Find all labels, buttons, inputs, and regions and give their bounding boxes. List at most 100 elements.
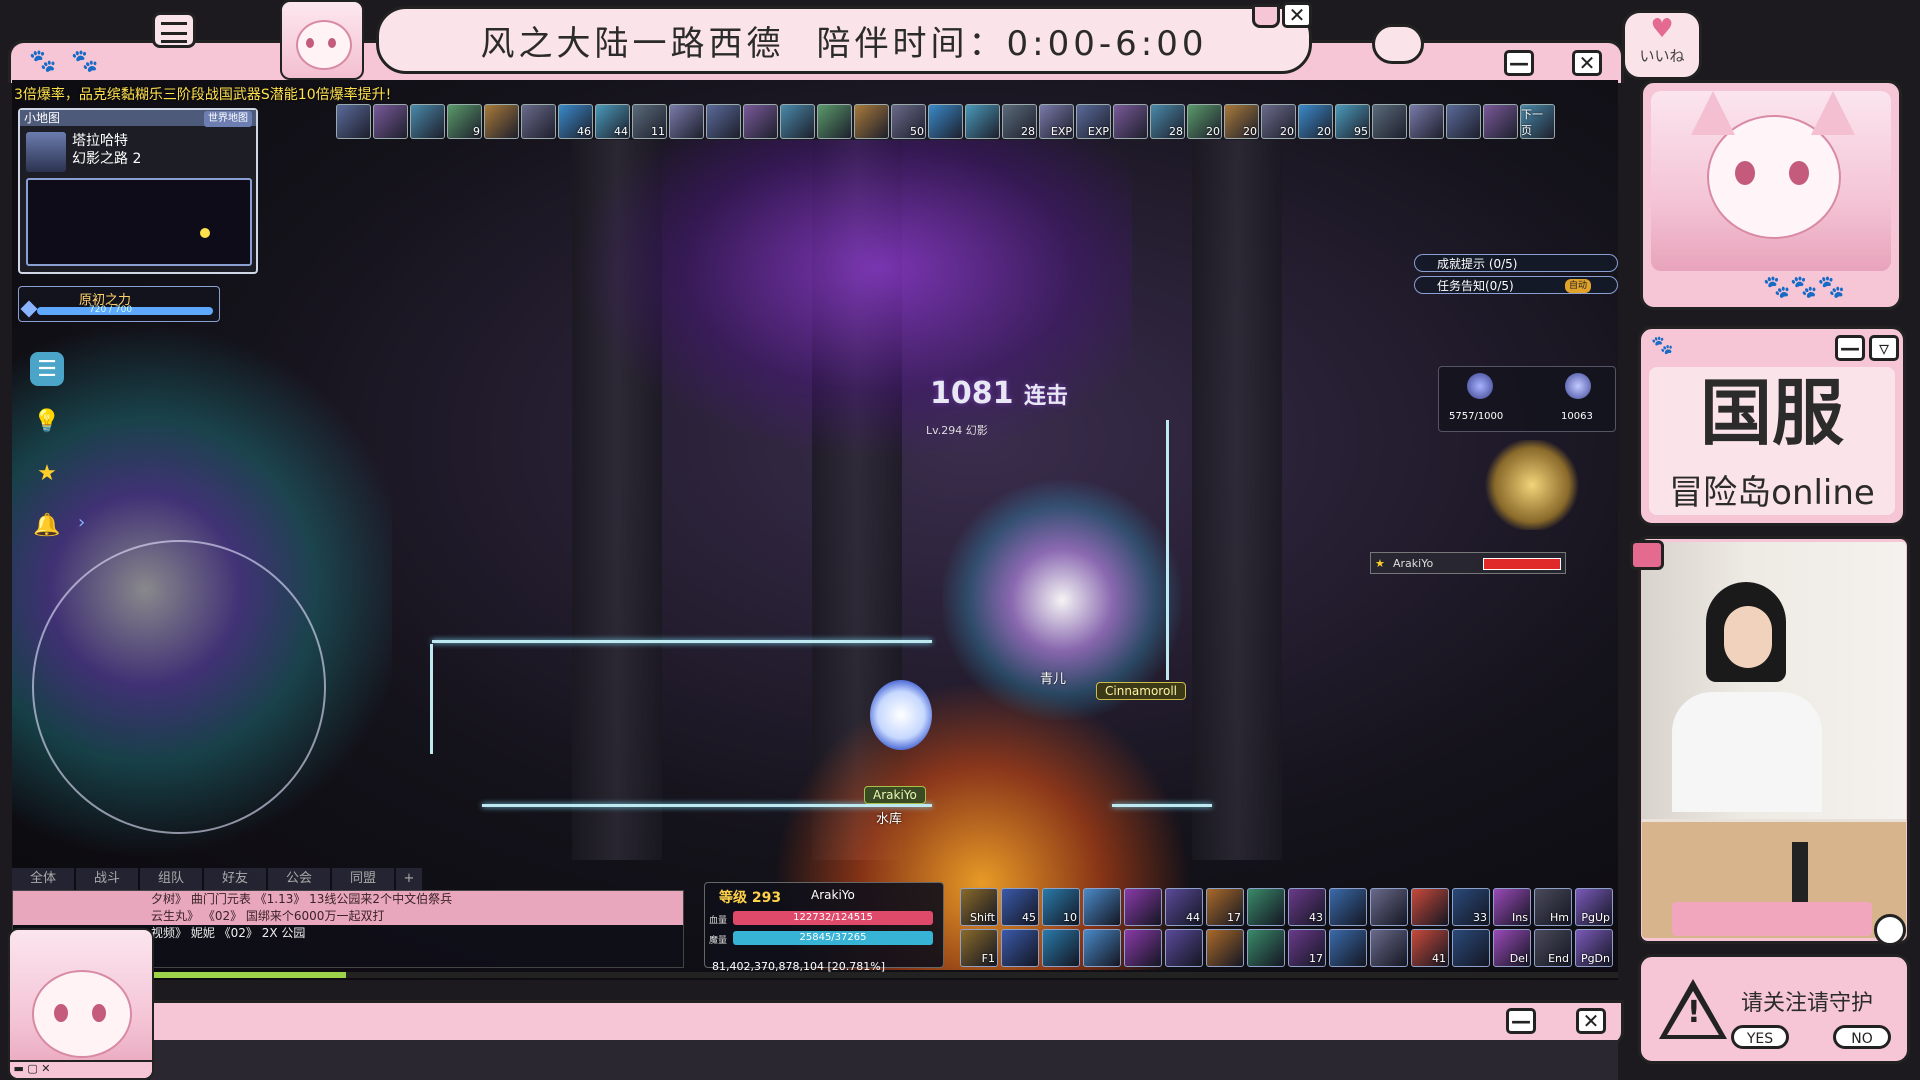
chat-tab[interactable]: 公会 (268, 868, 330, 890)
skill-slot[interactable]: 45 (1001, 888, 1039, 926)
minimap-view[interactable] (26, 178, 252, 266)
buff-icon[interactable]: 20 (1187, 104, 1222, 139)
buff-icon[interactable] (743, 104, 778, 139)
chat-tab[interactable]: 全体 (12, 868, 74, 890)
buff-icon[interactable] (854, 104, 889, 139)
buff-icon[interactable]: EXP (1076, 104, 1111, 139)
skill-slot[interactable] (1370, 888, 1408, 926)
chat-tab[interactable]: + (396, 868, 422, 890)
buff-icon[interactable]: 28 (1002, 104, 1037, 139)
buff-icon[interactable] (1483, 104, 1518, 139)
no-button[interactable]: NO (1833, 1025, 1891, 1049)
buff-icon[interactable]: 46 (558, 104, 593, 139)
skill-slot[interactable] (1329, 888, 1367, 926)
skill-slot[interactable]: 44 (1165, 888, 1203, 926)
buff-icon[interactable] (373, 104, 408, 139)
buff-icon[interactable]: 下一页 (1520, 104, 1555, 139)
brand-cup-button[interactable]: ▿ (1869, 335, 1899, 361)
skill-slot[interactable] (1411, 888, 1449, 926)
banner-close-button[interactable]: ✕ (1282, 2, 1312, 28)
brand-minimize-button[interactable]: — (1835, 335, 1865, 361)
buff-icon[interactable] (1372, 104, 1407, 139)
skill-slot[interactable]: Hm (1534, 888, 1572, 926)
achievement-notice[interactable]: 成就提示 (0/5) (1414, 254, 1618, 272)
mascot-avatar-bottom: ▬ ▢ ✕ (8, 928, 154, 1080)
buff-icon[interactable] (484, 104, 519, 139)
skill-slot[interactable]: PgDn (1575, 929, 1613, 967)
skill-slot[interactable]: 10 (1042, 888, 1080, 926)
skill-slot[interactable] (1452, 929, 1490, 967)
buff-icon[interactable] (965, 104, 1000, 139)
buff-icon[interactable] (410, 104, 445, 139)
buff-icon[interactable]: 11 (632, 104, 667, 139)
buff-counter: 9 (473, 125, 480, 138)
notification-icon[interactable]: 🔔 (30, 508, 64, 542)
world-map-button[interactable]: 世界地图 (204, 111, 252, 127)
yes-button[interactable]: YES (1731, 1025, 1789, 1049)
buff-icon[interactable]: 20 (1298, 104, 1333, 139)
skill-slot[interactable]: 41 (1411, 929, 1449, 967)
skill-slot[interactable]: PgUp (1575, 888, 1613, 926)
star-icon[interactable]: ★ (30, 456, 64, 490)
buff-icon[interactable] (817, 104, 852, 139)
buff-icon[interactable] (706, 104, 741, 139)
buff-icon[interactable] (521, 104, 556, 139)
skill-slot[interactable] (1165, 929, 1203, 967)
buff-icon[interactable] (1446, 104, 1481, 139)
buff-icon[interactable] (928, 104, 963, 139)
player-character[interactable] (870, 680, 932, 750)
skill-slot[interactable]: Shift (960, 888, 998, 926)
skill-slot[interactable] (1329, 929, 1367, 967)
buff-icon[interactable] (1113, 104, 1148, 139)
buff-icon[interactable]: 9 (447, 104, 482, 139)
buff-icon[interactable]: EXP (1039, 104, 1074, 139)
skill-slot[interactable] (1206, 929, 1244, 967)
skill-slot[interactable]: Ins (1493, 888, 1531, 926)
buff-icon[interactable]: 50 (891, 104, 926, 139)
chat-tab[interactable]: 好友 (204, 868, 266, 890)
skill-slot[interactable] (1124, 929, 1162, 967)
skill-slot[interactable] (1124, 888, 1162, 926)
buff-icon[interactable]: 95 (1335, 104, 1370, 139)
minimap[interactable]: 小地图 世界地图 塔拉哈特 幻影之路 2 (18, 108, 258, 274)
skill-slot[interactable] (1370, 929, 1408, 967)
skill-slot[interactable]: F1 (960, 929, 998, 967)
chat-tab[interactable]: 战斗 (76, 868, 138, 890)
buff-icon[interactable] (1409, 104, 1444, 139)
skill-slot[interactable] (1001, 929, 1039, 967)
buff-icon[interactable]: 20 (1224, 104, 1259, 139)
skill-slot[interactable] (1247, 888, 1285, 926)
game-viewport[interactable]: 3倍爆率，品克缤黏糊乐三阶段战国武器S潜能10倍爆率提升! 小地图 世界地图 塔… (12, 80, 1618, 980)
buff-icon[interactable]: 44 (595, 104, 630, 139)
skill-slot[interactable]: 43 (1288, 888, 1326, 926)
skill-slot[interactable]: 17 (1288, 929, 1326, 967)
skill-slot[interactable]: Del (1493, 929, 1531, 967)
buff-icon[interactable] (336, 104, 371, 139)
skill-slot[interactable] (1042, 929, 1080, 967)
buff-icon[interactable]: 20 (1261, 104, 1296, 139)
chat-tab[interactable]: 同盟 (332, 868, 394, 890)
lightbulb-icon[interactable]: 💡 (30, 404, 64, 438)
skill-slot[interactable]: 17 (1206, 888, 1244, 926)
skill-slot[interactable] (1083, 929, 1121, 967)
frame-minimize-button[interactable]: — (1504, 50, 1534, 76)
event-list-icon[interactable]: ☰ (30, 352, 64, 386)
skill-slot[interactable]: End (1534, 929, 1572, 967)
mission-notice[interactable]: 任务告知(0/5) 自动 (1414, 276, 1618, 294)
skill-slot[interactable]: 33 (1452, 888, 1490, 926)
bottom-close-button[interactable]: ✕ (1576, 1008, 1606, 1034)
auto-button[interactable]: 自动 (1564, 279, 1591, 293)
chat-tab[interactable]: 组队 (140, 868, 202, 890)
title-time: 陪伴时间：0:00-6:00 (816, 23, 1208, 64)
buff-icon[interactable] (669, 104, 704, 139)
frame-close-button[interactable]: ✕ (1572, 50, 1602, 76)
skill-slot[interactable] (1083, 888, 1121, 926)
chevron-right-icon[interactable]: › (78, 512, 85, 533)
mission-notice-label: 任务告知(0/5) (1437, 279, 1514, 293)
buff-counter: 50 (910, 125, 924, 138)
skill-slot[interactable] (1247, 929, 1285, 967)
buff-icon[interactable]: 28 (1150, 104, 1185, 139)
skill-key-label: F1 (981, 952, 995, 965)
bottom-minimize-button[interactable]: — (1506, 1008, 1536, 1034)
buff-icon[interactable] (780, 104, 815, 139)
